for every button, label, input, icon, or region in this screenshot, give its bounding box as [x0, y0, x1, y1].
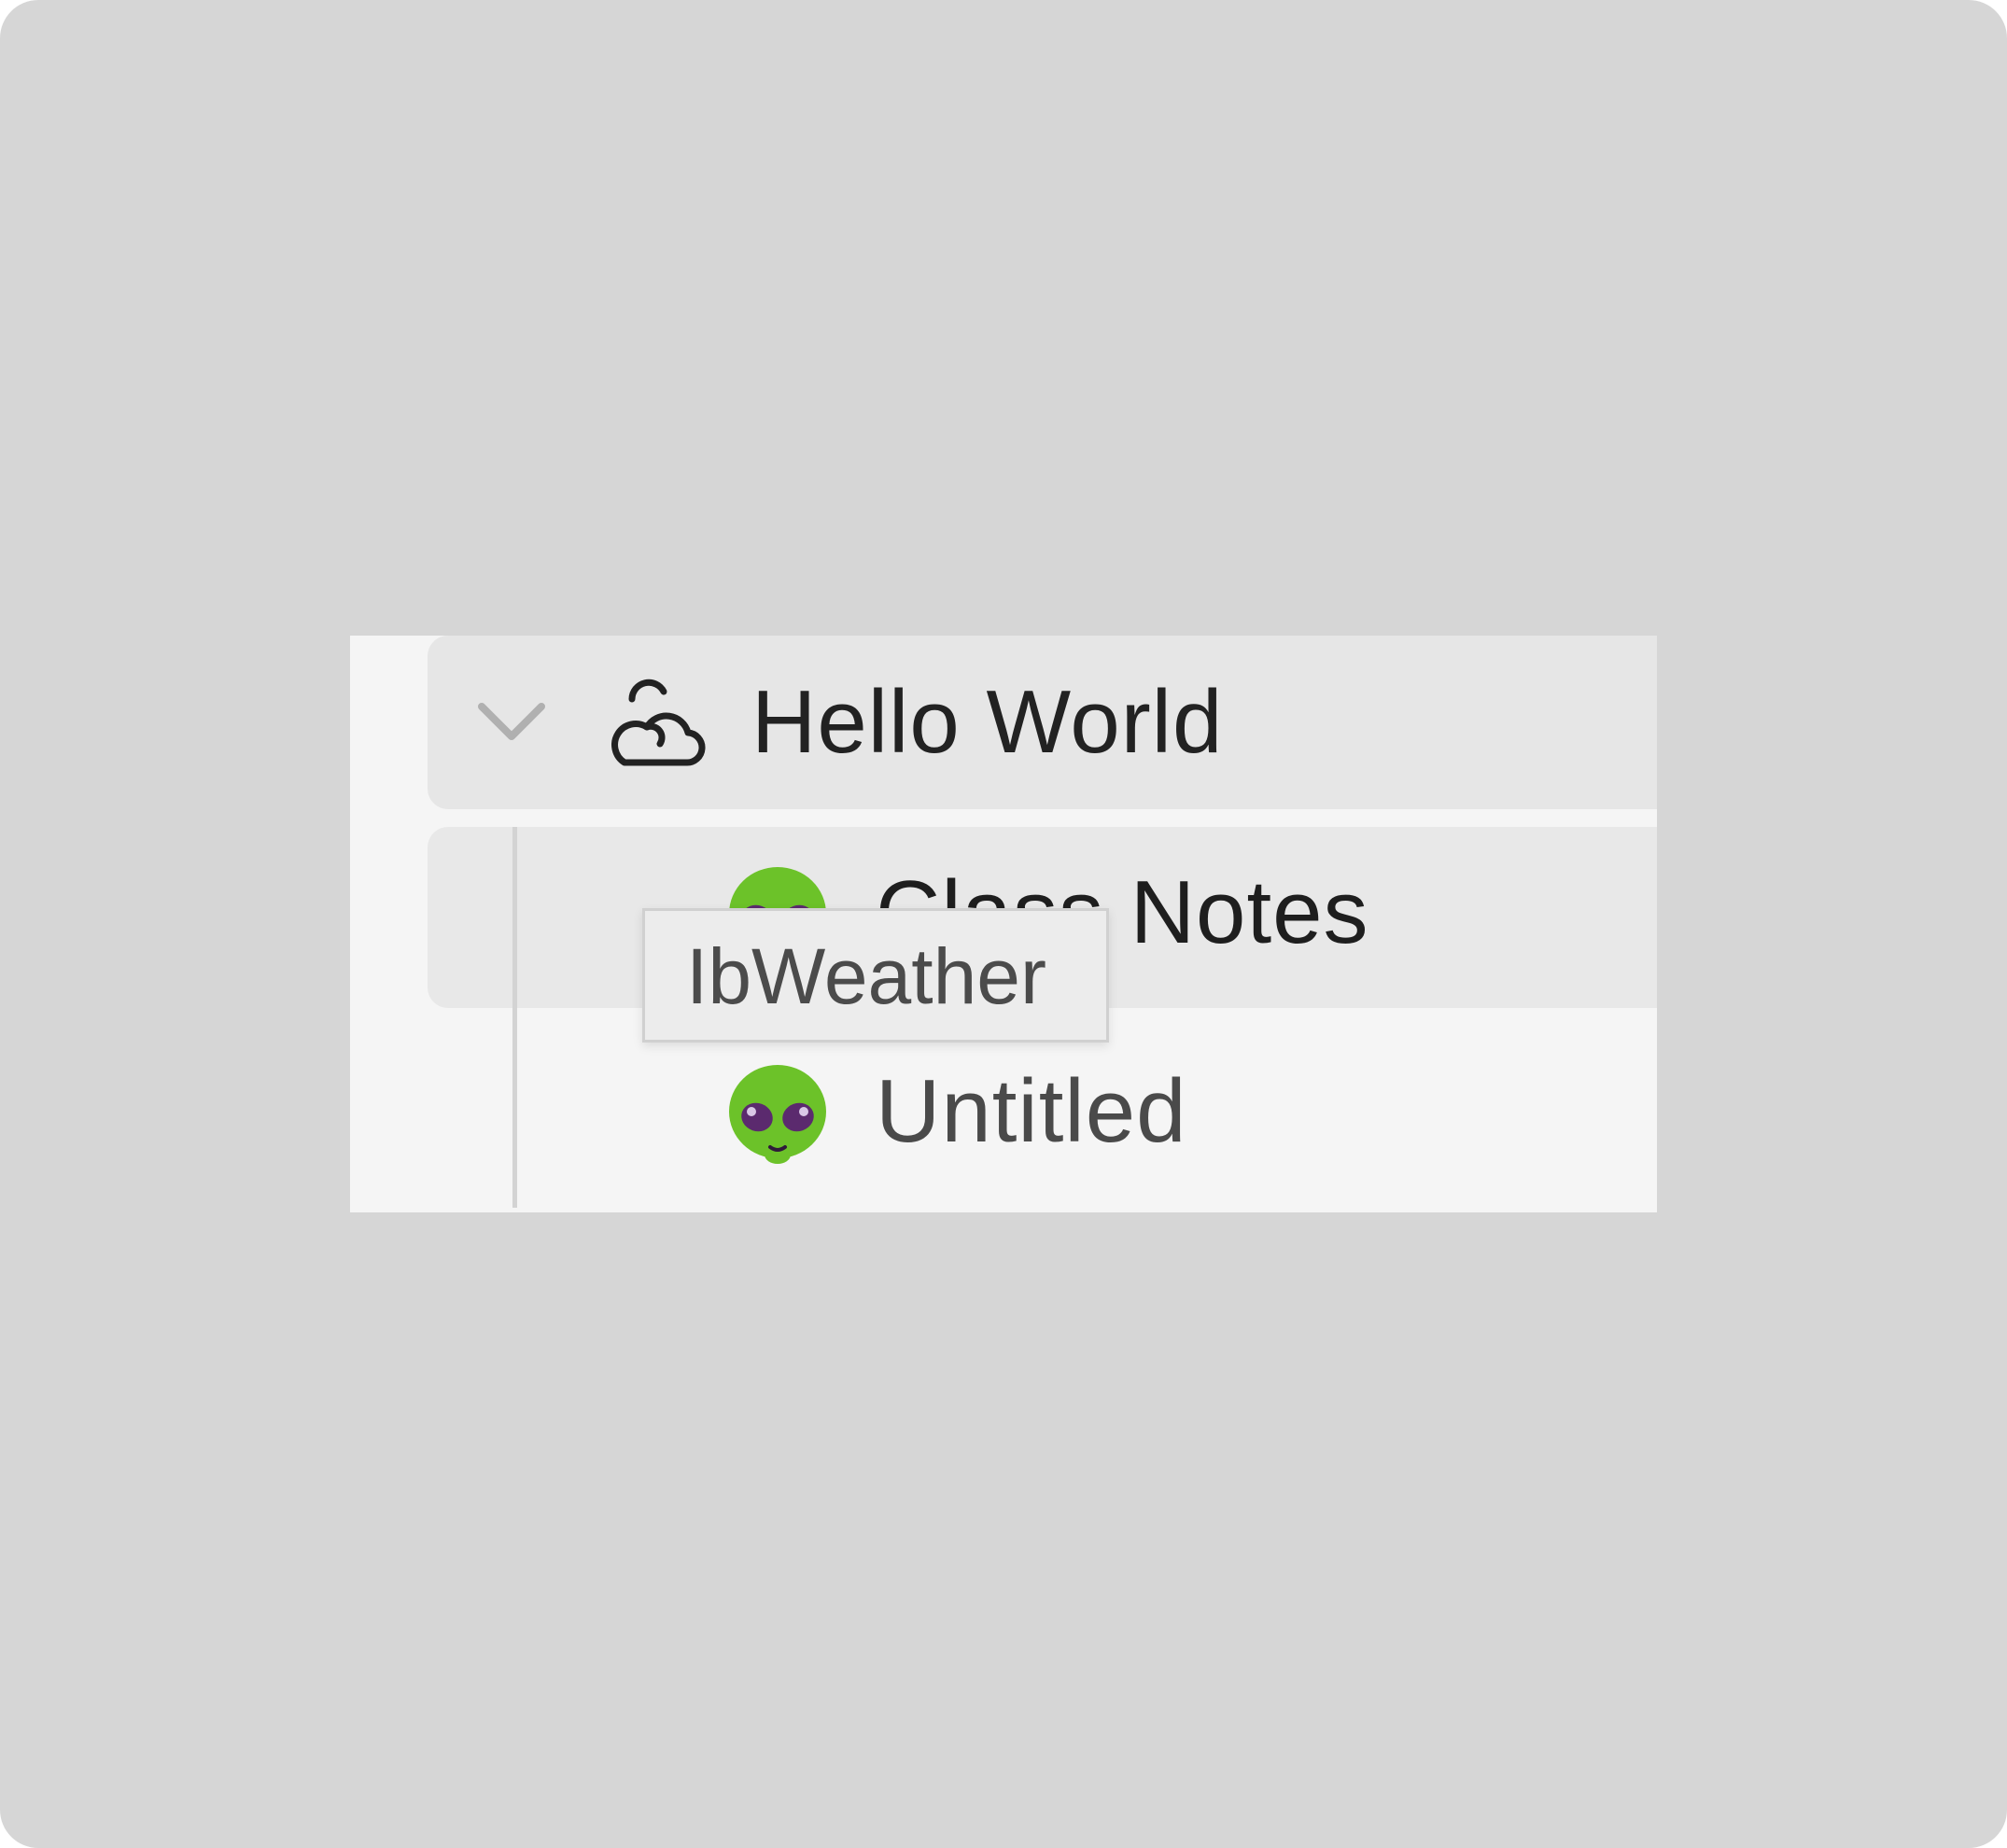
- tooltip-text: IbWeather: [686, 932, 1046, 1020]
- tooltip: IbWeather: [642, 908, 1109, 1043]
- cloud-sun-icon: [611, 679, 706, 766]
- chevron-down-icon[interactable]: [476, 693, 547, 749]
- tree-indent-line: [512, 827, 517, 1208]
- alien-emoji-icon: [729, 1065, 826, 1164]
- workspace-title: Hello World: [751, 672, 1224, 772]
- page-title-untitled: Untitled: [876, 1061, 1187, 1161]
- sidebar-panel: Hello World Class Notes Untitled IbWeath…: [350, 636, 1657, 1212]
